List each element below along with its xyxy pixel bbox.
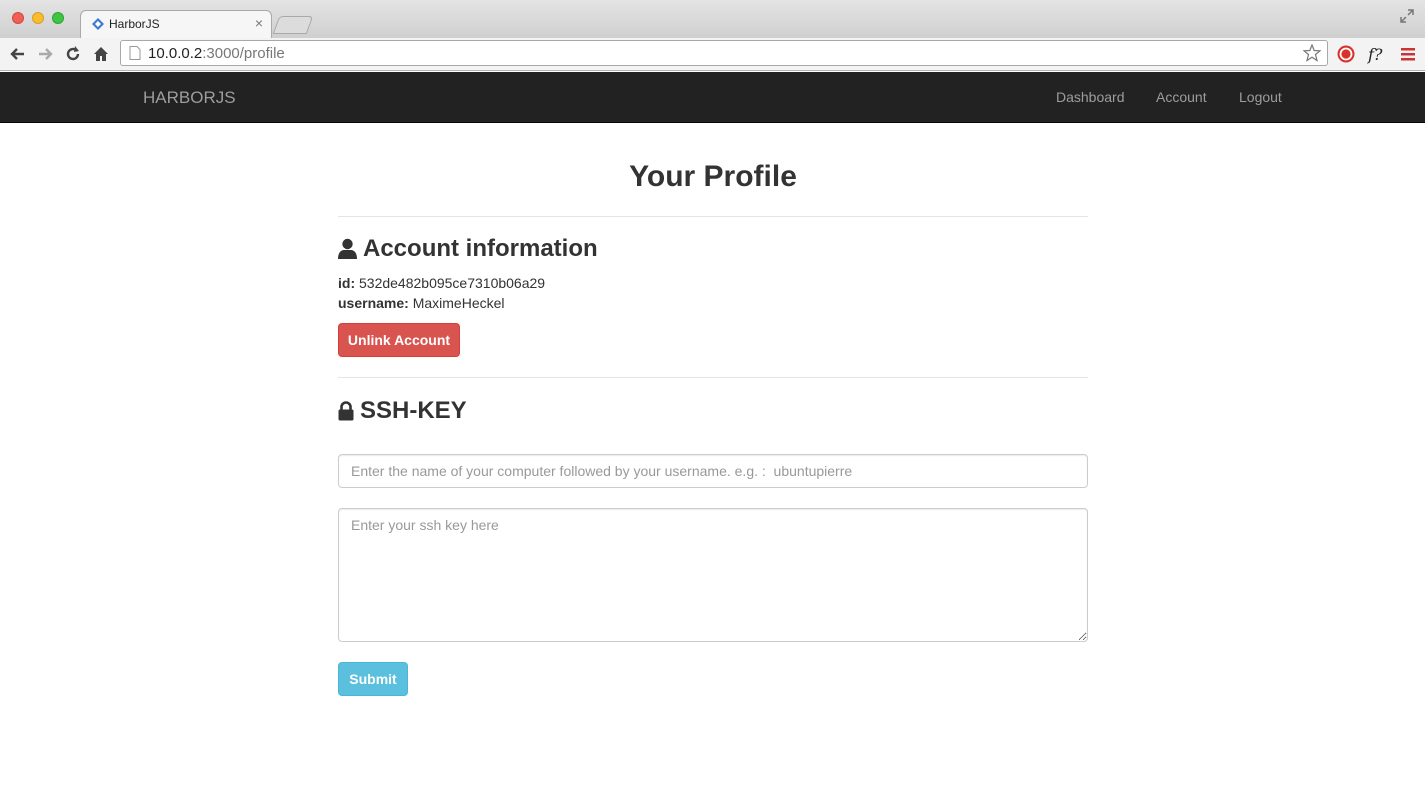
harborjs-favicon-icon: [92, 18, 104, 30]
new-tab-button[interactable]: [272, 16, 314, 34]
back-arrow-icon[interactable]: [8, 44, 28, 64]
username-label: username:: [338, 295, 409, 311]
unlink-account-button[interactable]: Unlink Account: [338, 323, 460, 357]
account-heading-text: Account information: [363, 235, 598, 262]
stop-extension-icon[interactable]: [1336, 44, 1356, 64]
lock-icon: [338, 401, 354, 421]
site-navbar: HARBORJS Dashboard Account Logout: [0, 72, 1425, 123]
menu-icon[interactable]: [1398, 44, 1418, 64]
computer-name-input[interactable]: [338, 454, 1088, 488]
user-icon: [338, 238, 357, 259]
browser-tab[interactable]: HarborJS ×: [80, 10, 272, 38]
address-bar[interactable]: 10.0.0.2:3000/profile: [120, 40, 1328, 66]
id-label: id:: [338, 275, 356, 291]
submit-button[interactable]: Submit: [338, 662, 408, 696]
section-divider: [338, 377, 1088, 378]
reload-icon[interactable]: [63, 44, 83, 64]
title-divider: [338, 216, 1088, 217]
font-finder-icon[interactable]: f?: [1366, 44, 1386, 64]
account-username-line: username: MaximeHeckel: [338, 295, 505, 311]
window-maximize-button[interactable]: [52, 12, 64, 24]
url-text: 10.0.0.2:3000/profile: [148, 45, 285, 62]
nav-logout[interactable]: Logout: [1239, 89, 1282, 105]
ssh-heading: SSH-KEY: [338, 397, 467, 425]
browser-titlebar: HarborJS ×: [0, 0, 1425, 38]
ssh-key-textarea[interactable]: [338, 508, 1088, 642]
account-id-line: id: 532de482b095ce7310b06a29: [338, 275, 545, 291]
page-title: Your Profile: [629, 160, 797, 193]
tab-title: HarborJS: [109, 17, 160, 31]
nav-dashboard[interactable]: Dashboard: [1056, 89, 1125, 105]
username-value: MaximeHeckel: [412, 295, 505, 311]
ssh-heading-text: SSH-KEY: [360, 397, 467, 424]
forward-arrow-icon[interactable]: [35, 44, 55, 64]
svg-text:f?: f?: [1367, 45, 1383, 64]
nav-account[interactable]: Account: [1156, 89, 1207, 105]
tab-close-icon[interactable]: ×: [255, 15, 263, 31]
bookmark-star-icon[interactable]: [1303, 44, 1321, 62]
browser-toolbar: 10.0.0.2:3000/profile f?: [0, 38, 1425, 71]
fullscreen-icon[interactable]: [1399, 8, 1415, 24]
home-icon[interactable]: [91, 44, 111, 64]
page-icon: [129, 46, 141, 60]
window-minimize-button[interactable]: [32, 12, 44, 24]
window-close-button[interactable]: [12, 12, 24, 24]
brand-logo[interactable]: HARBORJS: [143, 88, 236, 108]
account-heading: Account information: [338, 235, 598, 263]
id-value: 532de482b095ce7310b06a29: [359, 275, 546, 291]
